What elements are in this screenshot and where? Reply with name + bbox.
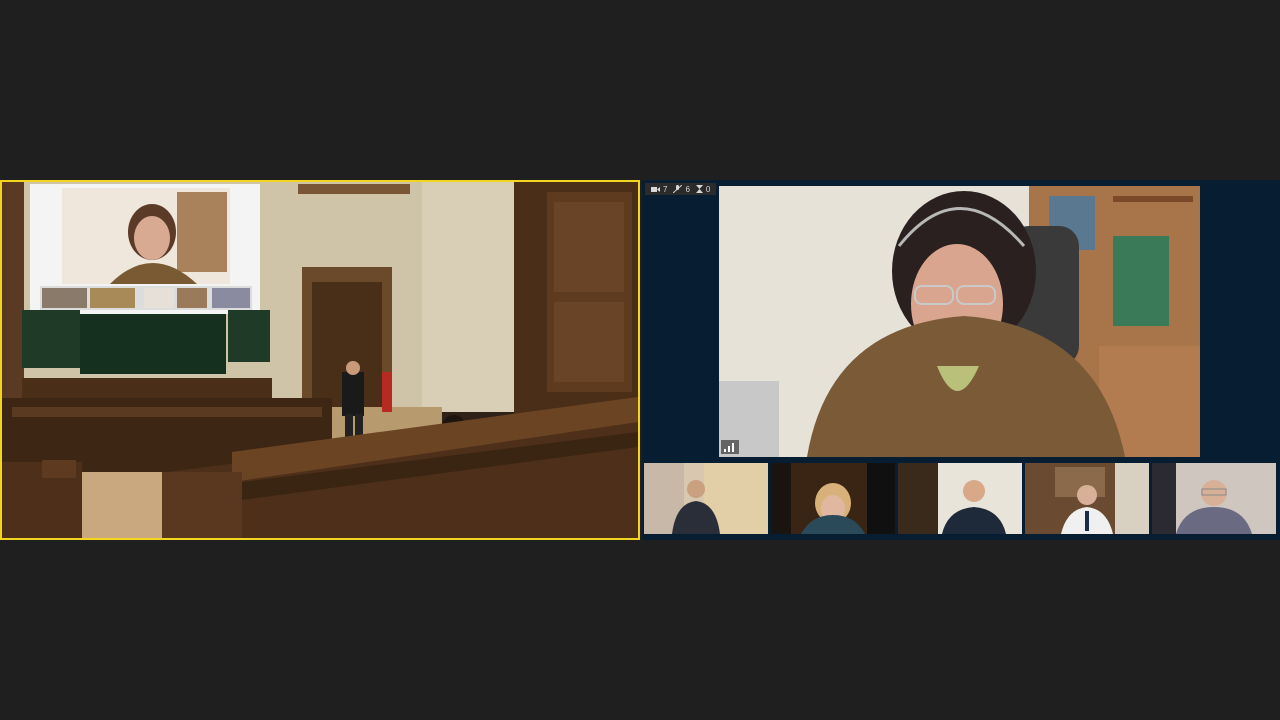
participant-thumbnail-strip bbox=[643, 463, 1279, 534]
participant-video-4 bbox=[1025, 463, 1149, 534]
video-stage: 7 6 0 bbox=[0, 180, 1280, 540]
mic-off-icon bbox=[673, 185, 683, 193]
waiting-count: 0 bbox=[705, 184, 711, 194]
participant-video-5 bbox=[1152, 463, 1276, 534]
video-count: 7 bbox=[663, 184, 668, 194]
signal-icon bbox=[721, 440, 739, 454]
speaker-video-tile[interactable] bbox=[719, 186, 1200, 457]
muted-count: 6 bbox=[685, 184, 690, 194]
lecture-hall-video bbox=[2, 182, 638, 538]
lecture-hall-video-tile[interactable] bbox=[0, 180, 640, 540]
participant-video-2 bbox=[771, 463, 895, 534]
participant-thumbnail-5[interactable] bbox=[1152, 463, 1276, 534]
waiting-count-stat: 0 bbox=[695, 184, 711, 194]
participant-video-3 bbox=[898, 463, 1022, 534]
gallery-panel: 7 6 0 bbox=[642, 180, 1280, 540]
participant-thumbnail-3[interactable] bbox=[898, 463, 1022, 534]
meeting-stats-bar: 7 6 0 bbox=[645, 183, 717, 195]
hourglass-icon bbox=[695, 185, 703, 193]
participant-thumbnail-1[interactable] bbox=[644, 463, 768, 534]
camera-icon bbox=[651, 186, 660, 192]
muted-count-stat: 6 bbox=[673, 184, 690, 194]
participant-thumbnail-4[interactable] bbox=[1025, 463, 1149, 534]
video-count-stat: 7 bbox=[651, 185, 667, 194]
speaker-video bbox=[719, 186, 1200, 457]
participant-thumbnail-2[interactable] bbox=[771, 463, 895, 534]
participant-video-1 bbox=[644, 463, 768, 534]
